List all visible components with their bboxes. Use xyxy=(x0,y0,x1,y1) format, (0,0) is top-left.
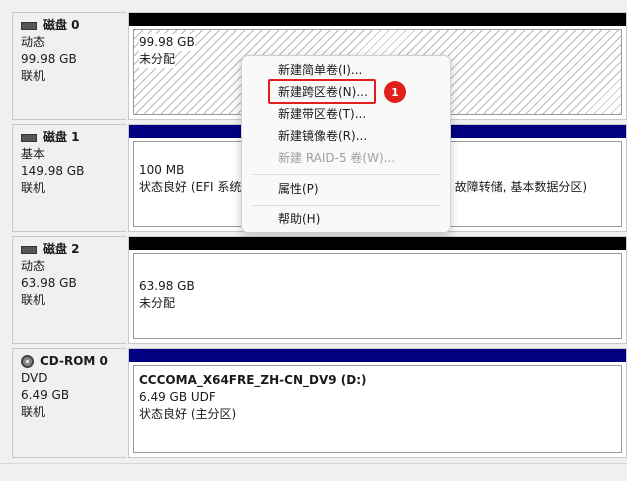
disk-volumes-cdrom: CCCOMA_X64FRE_ZH-CN_DV9 (D:) 6.49 GB UDF… xyxy=(128,348,627,458)
partition-status: 未分配 xyxy=(139,51,176,68)
disk-name: 磁盘 0 xyxy=(43,18,80,32)
disk-name: 磁盘 1 xyxy=(43,130,80,144)
menu-separator xyxy=(252,174,440,175)
disk-icon xyxy=(21,246,37,254)
disk-type: DVD xyxy=(21,371,48,385)
disk-row-cdrom: CD-ROM 0 DVD 6.49 GB 联机 CCCOMA_X64FRE_ZH… xyxy=(12,348,627,458)
partition-size: 63.98 GB xyxy=(139,279,195,293)
top-strip xyxy=(0,0,627,8)
volume-bar xyxy=(129,237,626,250)
disk-status: 联机 xyxy=(21,405,46,419)
menu-new-striped-volume[interactable]: 新建带区卷(T)... xyxy=(278,104,366,124)
menu-new-mirrored-volume[interactable]: 新建镜像卷(R)... xyxy=(278,126,367,146)
menu-properties[interactable]: 属性(P) xyxy=(278,179,319,199)
menu-new-raid5-volume: 新建 RAID-5 卷(W)... xyxy=(278,151,396,165)
disk-status: 联机 xyxy=(21,69,46,83)
disk-type: 动态 xyxy=(21,259,46,273)
cd-icon xyxy=(21,355,34,368)
volume-bar xyxy=(129,13,626,26)
menu-help[interactable]: 帮助(H) xyxy=(278,209,320,229)
partition-size: 6.49 GB UDF xyxy=(139,390,216,404)
disk-size: 149.98 GB xyxy=(21,164,85,178)
unallocated-partition[interactable]: 63.98 GB 未分配 xyxy=(133,253,622,339)
disk-info-cdrom[interactable]: CD-ROM 0 DVD 6.49 GB 联机 xyxy=(12,348,126,458)
disk-size: 63.98 GB xyxy=(21,276,77,290)
volume-label: CCCOMA_X64FRE_ZH-CN_DV9 (D:) xyxy=(139,373,367,387)
disk-size: 6.49 GB xyxy=(21,388,70,402)
cdrom-partition[interactable]: CCCOMA_X64FRE_ZH-CN_DV9 (D:) 6.49 GB UDF… xyxy=(133,365,622,453)
menu-new-simple-volume[interactable]: 新建简单卷(I)... xyxy=(278,60,362,80)
disk-type: 基本 xyxy=(21,147,46,161)
disk-name: 磁盘 2 xyxy=(43,242,80,256)
disk-info-1[interactable]: 磁盘 1 基本 149.98 GB 联机 xyxy=(12,124,126,232)
disk-info-2[interactable]: 磁盘 2 动态 63.98 GB 联机 xyxy=(12,236,126,344)
disk-volumes-2: 63.98 GB 未分配 xyxy=(128,236,627,344)
disk-type: 动态 xyxy=(21,35,46,49)
disk-icon xyxy=(21,22,37,30)
step-badge: 1 xyxy=(384,81,406,103)
disk-row-2: 磁盘 2 动态 63.98 GB 联机 63.98 GB 未分配 xyxy=(12,236,627,344)
menu-separator xyxy=(252,205,440,206)
highlight-box xyxy=(268,79,376,104)
horizontal-scrollbar[interactable] xyxy=(0,463,627,481)
disk-name: CD-ROM 0 xyxy=(40,354,108,368)
partition-size: 99.98 GB xyxy=(139,34,195,51)
partition-status: 未分配 xyxy=(139,296,176,310)
disk-status: 联机 xyxy=(21,293,46,307)
disk-icon xyxy=(21,134,37,142)
volume-bar xyxy=(129,349,626,362)
disk-status: 联机 xyxy=(21,181,46,195)
disk-size: 99.98 GB xyxy=(21,52,77,66)
partition-status: 状态良好 (主分区) xyxy=(139,407,237,421)
disk-info-0[interactable]: 磁盘 0 动态 99.98 GB 联机 xyxy=(12,12,126,120)
left-edge xyxy=(0,0,12,480)
